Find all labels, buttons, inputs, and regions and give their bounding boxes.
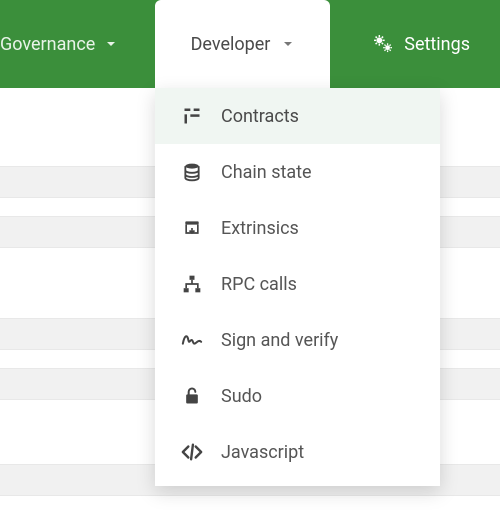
menu-item-label: Javascript: [221, 442, 304, 463]
chevron-down-icon: [282, 38, 294, 50]
database-icon: [181, 161, 203, 183]
menu-item-extrinsics[interactable]: Extrinsics: [155, 200, 440, 256]
signature-icon: [181, 329, 203, 351]
menu-item-sudo[interactable]: Sudo: [155, 368, 440, 424]
nav-governance[interactable]: Governance: [0, 0, 143, 88]
nav-developer-label: Developer: [191, 34, 271, 55]
nav-developer[interactable]: Developer: [155, 0, 330, 88]
code-icon: [181, 441, 203, 463]
chevron-down-icon: [105, 38, 117, 50]
menu-item-javascript[interactable]: Javascript: [155, 424, 440, 480]
menu-item-sign-verify[interactable]: Sign and verify: [155, 312, 440, 368]
developer-dropdown: Contracts Chain state Extrinsics: [155, 88, 440, 486]
nav-governance-label: Governance: [0, 34, 95, 55]
menu-item-label: Sign and verify: [221, 330, 338, 351]
menu-item-label: RPC calls: [221, 274, 297, 295]
network-icon: [181, 273, 203, 295]
menu-item-rpc-calls[interactable]: RPC calls: [155, 256, 440, 312]
unlock-icon: [181, 385, 203, 407]
menu-item-label: Chain state: [221, 162, 312, 183]
menu-item-label: Sudo: [221, 386, 262, 407]
menu-item-label: Extrinsics: [221, 218, 299, 239]
menu-item-label: Contracts: [221, 106, 299, 127]
menu-item-contracts[interactable]: Contracts: [155, 88, 440, 144]
top-navigation: Governance Developer: [0, 0, 500, 88]
gears-icon: [372, 33, 394, 55]
nav-settings[interactable]: Settings: [352, 0, 500, 88]
contracts-icon: [181, 105, 203, 127]
outbox-icon: [181, 217, 203, 239]
menu-item-chain-state[interactable]: Chain state: [155, 144, 440, 200]
nav-settings-label: Settings: [404, 34, 470, 55]
